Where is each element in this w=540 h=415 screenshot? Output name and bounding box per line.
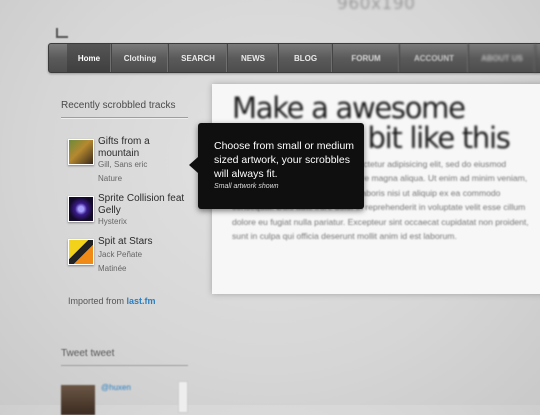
album-artwork[interactable]: [68, 139, 94, 165]
tooltip-text: Choose from small or medium sized artwor…: [214, 140, 355, 180]
tweet-widget: @huxen: [61, 381, 188, 415]
nav-about-us[interactable]: ABOUT US: [469, 44, 536, 72]
lastfm-link[interactable]: last.fm: [127, 296, 156, 306]
imported-prefix: Imported from: [68, 296, 125, 306]
album-artwork[interactable]: [68, 239, 94, 265]
tweet-section-title: Tweet tweet: [61, 348, 188, 366]
track-album: Nature: [98, 174, 123, 183]
track-artist: Gill, Sans eric: [98, 160, 148, 169]
imported-from: Imported from last.fm: [68, 296, 156, 306]
track-name[interactable]: Spit at Stars: [98, 236, 188, 248]
tweet-username[interactable]: @huxen: [101, 383, 131, 392]
avatar[interactable]: [61, 385, 95, 415]
tooltip-subtext: Small artwork shown: [214, 183, 279, 190]
nav-blog[interactable]: BLOG: [279, 44, 333, 72]
nav-clothing[interactable]: Clothing: [112, 44, 169, 72]
track-artist: Jack Peñate: [98, 250, 143, 259]
recent-tracks-title: Recently scrobbled tracks: [61, 100, 188, 118]
artwork-tooltip: Choose from small or medium sized artwor…: [189, 123, 364, 209]
banner-corner-mark: [56, 28, 68, 38]
banner-dimensions-text: 960x190: [337, 0, 416, 14]
album-artwork[interactable]: [68, 196, 94, 222]
track-name[interactable]: Gifts from a mountain: [98, 136, 188, 160]
nav-home[interactable]: Home: [67, 44, 112, 72]
tweet-scrollbar[interactable]: [178, 381, 188, 413]
main-navigation: Home Clothing SEARCH NEWS BLOG FORUM ACC…: [48, 43, 540, 73]
nav-forum[interactable]: FORUM: [333, 44, 400, 72]
nav-news[interactable]: NEWS: [228, 44, 279, 72]
nav-search[interactable]: SEARCH: [169, 44, 228, 72]
nav-account[interactable]: ACCOUNT: [400, 44, 469, 72]
track-artist: Hysterix: [98, 217, 127, 226]
track-name[interactable]: Sprite Collision feat Gelly: [98, 193, 188, 217]
track-album: Matinée: [98, 264, 127, 273]
